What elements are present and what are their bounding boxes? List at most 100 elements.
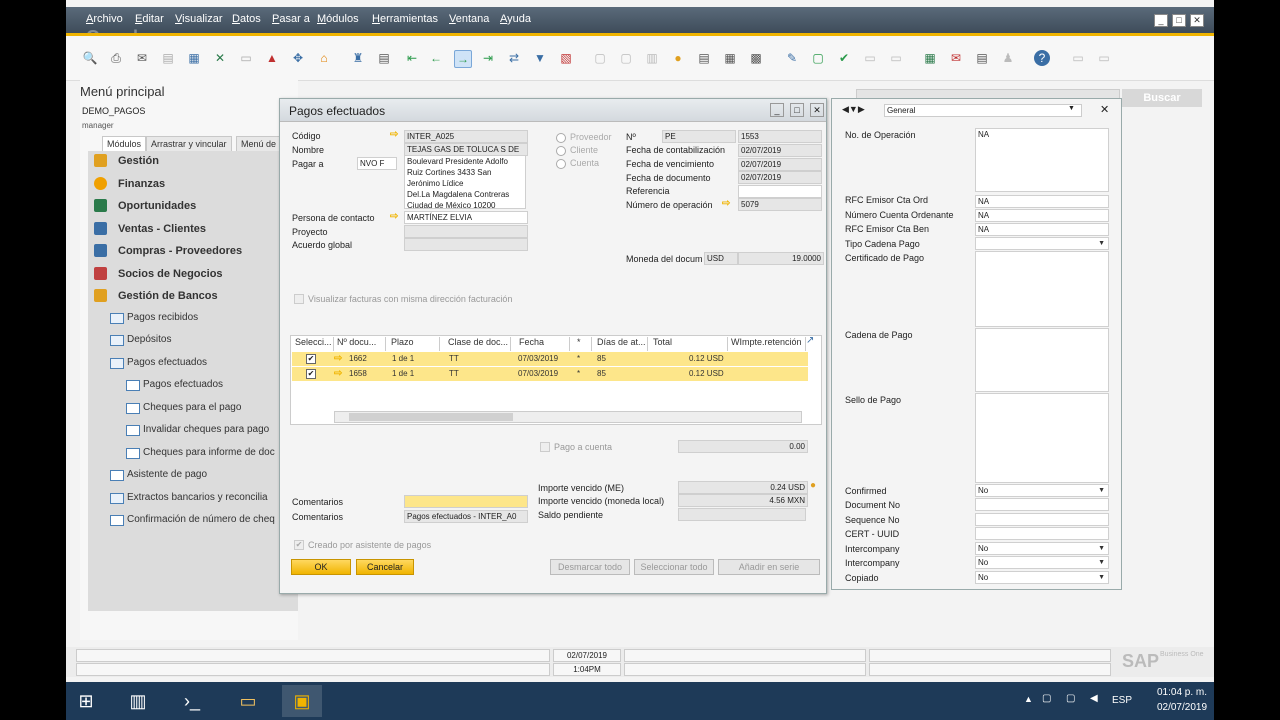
numero-field[interactable]: 1553	[738, 130, 822, 143]
module-ventas[interactable]: Ventas - Clientes	[88, 219, 293, 239]
col-retencion[interactable]: WImpte.retención	[728, 337, 806, 351]
udf-field[interactable]	[975, 251, 1109, 327]
udf-select[interactable]: ▼	[975, 237, 1109, 250]
link-arrow-icon[interactable]: ⇨	[334, 368, 342, 379]
comentarios2-field[interactable]: Pagos efectuados - INTER_A0	[404, 510, 528, 523]
menu-editar[interactable]: Editar	[135, 13, 164, 25]
excel-icon[interactable]: ✕	[212, 50, 228, 66]
sort-icon[interactable]: ▧	[558, 50, 574, 66]
pdf-icon[interactable]: ▲	[264, 50, 280, 66]
next-record-icon[interactable]: →	[454, 50, 472, 68]
maximize-button[interactable]: □	[1172, 14, 1186, 27]
ok-button[interactable]: OK	[291, 559, 351, 575]
col-plazo[interactable]: Plazo	[388, 337, 440, 351]
last-record-icon[interactable]: ⇥	[480, 50, 496, 66]
sms-icon[interactable]: ▤	[160, 50, 176, 66]
pagar-a-select[interactable]: NVO F	[357, 157, 397, 170]
alert-icon[interactable]: ▭	[888, 50, 904, 66]
tray-volume-icon[interactable]: ◀	[1090, 693, 1098, 704]
query-icon[interactable]: ▩	[748, 50, 764, 66]
close-button[interactable]: ✕	[1190, 14, 1204, 27]
col-selecc[interactable]: Selecci...	[292, 337, 334, 351]
link-arrow-icon[interactable]: ⇨	[334, 353, 342, 364]
payment-icon[interactable]: ●	[670, 50, 686, 66]
pago-cuenta-checkbox[interactable]	[540, 442, 550, 452]
find-icon[interactable]: ♜	[350, 50, 366, 66]
link-arrow-icon[interactable]: ⇨	[390, 211, 398, 222]
move-icon[interactable]: ✥	[290, 50, 306, 66]
codigo-field[interactable]: INTER_A025	[404, 130, 528, 143]
col-clase[interactable]: Clase de doc...	[445, 337, 511, 351]
module-socios[interactable]: Socios de Negocios	[88, 264, 293, 284]
address-box[interactable]: Boulevard Presidente Adolfo Ruiz Cortine…	[404, 155, 526, 209]
seleccionar-button[interactable]: Seleccionar todo	[634, 559, 714, 575]
desmarcar-button[interactable]: Desmarcar todo	[550, 559, 630, 575]
col-fecha[interactable]: Fecha	[516, 337, 570, 351]
module-finanzas[interactable]: Finanzas	[88, 174, 293, 194]
prev-icon[interactable]: ◀▼▶	[842, 104, 865, 115]
moneda-field[interactable]: USD	[704, 252, 738, 265]
module-gestion[interactable]: Gestión	[88, 151, 293, 171]
window-icon[interactable]: ▭	[1096, 50, 1112, 66]
referencia-field[interactable]	[738, 185, 822, 198]
minimize-icon[interactable]: _	[770, 103, 784, 117]
serie-field[interactable]: PE	[662, 130, 736, 143]
clock-date[interactable]: 02/07/2019	[1154, 702, 1210, 713]
radio-proveedor[interactable]	[556, 133, 566, 143]
first-record-icon[interactable]: ⇤	[404, 50, 420, 66]
menu-ventana[interactable]: Ventana	[449, 13, 489, 25]
module-oportunidades[interactable]: Oportunidades	[88, 196, 293, 216]
preview-icon[interactable]: 🔍	[82, 50, 98, 66]
col-dias[interactable]: Días de at...	[594, 337, 648, 351]
settings-icon[interactable]: ▤	[974, 50, 990, 66]
udf-select[interactable]: No ▼	[975, 571, 1109, 584]
add-icon[interactable]: ▤	[376, 50, 392, 66]
udf-category-select[interactable]: General	[884, 104, 1082, 117]
previous-record-icon[interactable]: ←	[428, 50, 444, 66]
tab-arrastrar[interactable]: Arrastrar y vincular	[146, 136, 232, 152]
col-star[interactable]: *	[574, 337, 592, 351]
tipo-cambio-field[interactable]: 19.0000	[738, 252, 824, 265]
target-doc-icon[interactable]: ▢	[618, 50, 634, 66]
menu-archivo[interactable]: Archivo	[86, 13, 123, 25]
module-compras[interactable]: Compras - Proveedores	[88, 241, 293, 261]
udf-field[interactable]	[975, 393, 1109, 483]
help-icon[interactable]: ?	[1034, 50, 1050, 66]
link-arrow-icon[interactable]: ⇨	[390, 129, 398, 140]
search-button[interactable]: Buscar	[1122, 89, 1202, 107]
menu-herramientas[interactable]: Herramientas	[372, 13, 438, 25]
udf-field[interactable]: NA	[975, 128, 1109, 192]
messages-icon[interactable]: ▭	[862, 50, 878, 66]
proyecto-field[interactable]	[404, 225, 528, 238]
lock-icon[interactable]: ⌂	[316, 50, 332, 66]
udf-select[interactable]: No ▼	[975, 556, 1109, 569]
udf-select[interactable]: No ▼	[975, 542, 1109, 555]
row-checkbox[interactable]: ✔	[306, 369, 316, 379]
filter-icon[interactable]: ▼	[532, 50, 548, 66]
module-bancos[interactable]: Gestión de Bancos	[88, 286, 293, 306]
horizontal-scrollbar[interactable]	[334, 411, 802, 423]
col-total[interactable]: Total	[650, 337, 728, 351]
udf-field[interactable]	[975, 513, 1109, 526]
minimize-button[interactable]: _	[1154, 14, 1168, 27]
calendar-icon[interactable]: ▦	[922, 50, 938, 66]
server-manager-icon[interactable]: ▥	[118, 685, 158, 717]
menu-datos[interactable]: Datos	[232, 13, 261, 25]
approve-icon[interactable]: ✔	[836, 50, 852, 66]
language-indicator[interactable]: ESP	[1112, 695, 1132, 706]
user-icon[interactable]: ♟	[1000, 50, 1016, 66]
tray-display-icon[interactable]: ▢	[1066, 693, 1075, 704]
saldo-field[interactable]	[678, 508, 806, 521]
sap-taskbar-icon[interactable]: ▣	[282, 685, 322, 717]
fecha-cont-field[interactable]: 02/07/2019	[738, 144, 822, 157]
menu-pasar-a[interactable]: Pasar a	[272, 13, 310, 25]
windows-start-icon[interactable]: ⊞	[66, 685, 106, 717]
anadir-serie-button[interactable]: Añadir en serie	[718, 559, 820, 575]
udf-field[interactable]: NA	[975, 195, 1109, 208]
powershell-icon[interactable]: ›_	[172, 685, 212, 717]
udf-select[interactable]: No ▼	[975, 484, 1109, 497]
layout-icon[interactable]: ▭	[1070, 50, 1086, 66]
tray-network-icon[interactable]: ▢	[1042, 693, 1051, 704]
print-icon[interactable]: ⎙	[108, 50, 124, 66]
journal-icon[interactable]: ▥	[644, 50, 660, 66]
